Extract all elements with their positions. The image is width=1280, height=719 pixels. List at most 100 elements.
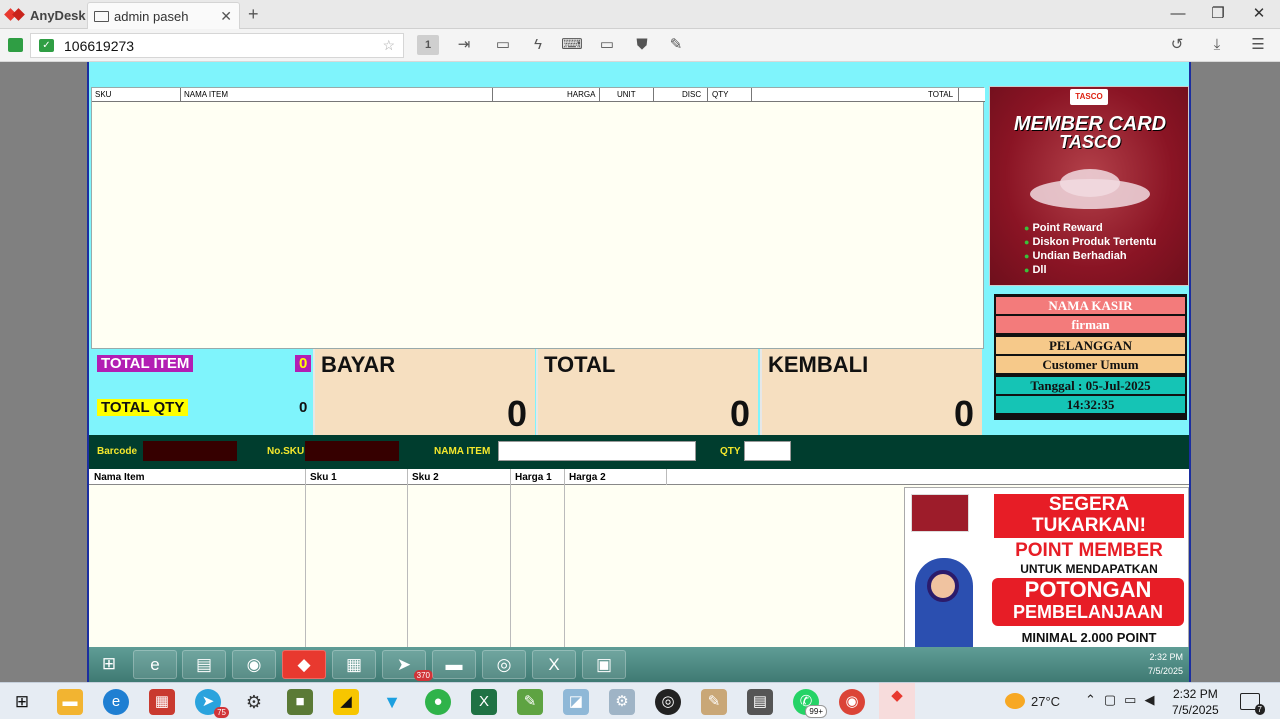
anydesk-taskbar-icon[interactable]: ◆ [879,683,915,719]
weather-sun-icon [1005,693,1025,709]
network-app-icon[interactable]: ⚙ [609,689,635,715]
col-qty: QTY [712,90,729,99]
display-icon[interactable]: ▭ [596,35,618,55]
app-icon[interactable]: ◪ [563,689,589,715]
kembali-label: KEMBALI [768,352,869,377]
maps-icon[interactable]: ● [425,689,451,715]
remote-clock: 2:32 PM 7/5/2025 [1148,650,1183,678]
monitor-1-label: 1 [424,39,432,51]
notepad-icon[interactable]: ✎ [517,689,543,715]
whatsapp-icon[interactable]: ✆ 99+ [793,689,827,718]
remote-anydesk-icon[interactable]: ◆ [282,650,326,679]
bookmark-star-icon[interactable]: ☆ [382,37,395,54]
remote-start-icon[interactable]: ⊞ [87,650,131,679]
system-clock[interactable]: 2:32 PM 7/5/2025 [1172,686,1219,718]
anydesk-logo-icon [6,8,24,22]
total-box: TOTAL 0 [536,349,758,435]
remote-network-icon[interactable]: ▣ [582,650,626,679]
remote-excel-icon[interactable]: X [532,650,576,679]
pelanggan-title: PELANGGAN [996,337,1185,354]
calculator-icon[interactable]: ▤ [747,689,773,715]
promo-line-potongan: POTONGAN [1024,577,1152,602]
transaction-grid-header: SKU NAMA ITEM HARGA UNIT DISC QTY TOTAL [92,88,985,102]
promo-line-untuk: UNTUK MENDAPATKAN [994,562,1184,576]
address-field[interactable]: ✓ 106619273 ☆ [30,33,404,58]
local-taskbar: ⊞ ▬ e ▦ ➤ 75 ⚙ ■ ◢ ▼ ● X ✎ ◪ ⚙ ◎ ✎ ▤ ✆ 99+… [0,682,1280,719]
item-summary: TOTAL ITEM 0 TOTAL QTY 0 [91,349,313,435]
chrome-icon[interactable]: ◉ [839,689,865,715]
chat-icon[interactable]: ▭ [492,35,514,55]
remote-app-icon[interactable]: ▦ [332,650,376,679]
whatsapp-badge: 99+ [805,705,827,718]
member-card-promo: TASCO MEMBER CARD TASCO Point Reward Dis… [989,86,1189,286]
download-icon[interactable]: ⤓ [1206,35,1228,55]
bayar-label: BAYAR [321,352,396,377]
tray-icons[interactable]: ⌃▢▭◀ [1085,692,1162,708]
minimize-button[interactable]: — [1168,4,1188,24]
col-unit: UNIT [617,90,636,99]
camera-icon[interactable]: ◎ [655,689,681,715]
entry-bar: Barcode No.SKU NAMA ITEM QTY [89,435,1189,469]
close-tab-icon[interactable]: ✕ [220,8,232,25]
permissions-icon[interactable]: ⛊ [631,35,653,55]
remote-camera-icon[interactable]: ◎ [482,650,526,679]
promo-line-pembelanjaan: PEMBELANJAAN [1012,602,1163,622]
telegram-icon[interactable]: ➤ 75 [195,689,229,718]
col-nama-item-2: Nama Item [94,472,145,483]
new-tab-button[interactable]: + [248,4,259,25]
promo-thumbnail [911,494,969,532]
remote-explorer-icon[interactable]: ▤ [182,650,226,679]
bullet-dll: Dll [1024,264,1046,276]
file-explorer-icon[interactable]: ▬ [57,689,83,715]
anydesk-brand: AnyDesk [6,6,86,24]
edge-icon[interactable]: e [103,689,129,715]
remote-pos-icon[interactable]: ▬ [432,650,476,679]
menu-icon[interactable]: ☰ [1247,35,1269,55]
col-harga2: Harga 2 [569,472,606,483]
start-icon[interactable]: ⊞ [9,689,35,715]
bayar-value: 0 [506,393,527,434]
remote-chrome-icon[interactable]: ◉ [232,650,276,679]
close-window-button[interactable]: ✕ [1249,4,1269,24]
remote-taskbar: ⊞ e ▤ ◉ ◆ ▦ ➤ 370 ▬ ◎ X ▣ 2:32 PM 7/5/202… [89,647,1189,682]
weather-widget[interactable]: 27°C [1005,693,1060,709]
remote-time: 2:32 PM [1149,652,1183,662]
promo-person-face [927,570,959,602]
notification-icon[interactable]: 7 [1240,693,1265,715]
vpn-icon[interactable]: ▼ [379,689,405,715]
sticky-notes-icon[interactable]: ◢ [333,689,359,715]
excel-icon[interactable]: X [471,689,497,715]
bayar-box: BAYAR 0 [313,349,535,435]
transaction-grid[interactable]: SKU NAMA ITEM HARGA UNIT DISC QTY TOTAL [91,87,985,349]
monitor-1-button[interactable]: 1 [417,35,439,55]
notification-count: 7 [1254,704,1265,715]
remote-telegram-icon[interactable]: ➤ 370 [382,650,433,681]
pos-app-icon[interactable]: ▦ [149,689,175,715]
col-sku1: Sku 1 [310,472,337,483]
history-icon[interactable]: ↺ [1166,35,1188,55]
minecraft-icon[interactable]: ■ [287,689,313,715]
nosku-input[interactable] [305,441,399,461]
col-nama-item: NAMA ITEM [184,90,229,99]
settings-icon[interactable]: ⚙ [241,689,267,715]
anydesk-titlebar: AnyDesk admin paseh ✕ + — ❐ ✕ [0,0,1280,29]
draw-icon[interactable]: ✎ [665,35,687,55]
keyboard-icon[interactable]: ⌨ [561,35,583,55]
address-value: 106619273 [64,37,135,54]
actions-icon[interactable]: ϟ [527,35,549,55]
maximize-button[interactable]: ❐ [1208,4,1228,24]
clock-time: 2:32 PM [1173,687,1218,701]
member-card-subtitle: TASCO [1059,132,1121,152]
qty-input[interactable] [744,441,791,461]
anydesk-toolbar: ✓ 106619273 ☆ 1 ⇥ ▭ ϟ ⌨ ▭ ⛊ ✎ ↺ ⤓ ☰ [0,29,1280,62]
total-qty-value: 0 [299,399,308,416]
paint-icon[interactable]: ✎ [701,689,727,715]
file-transfer-icon[interactable]: ⇥ [453,35,475,55]
remote-ie-icon[interactable]: e [133,650,177,679]
session-tab[interactable]: admin paseh ✕ [87,2,240,29]
total-value: 0 [729,393,750,434]
total-item-value: 0 [295,355,312,372]
monitor-icon [94,10,109,22]
namaitem-input[interactable] [498,441,696,461]
barcode-input[interactable] [143,441,237,461]
